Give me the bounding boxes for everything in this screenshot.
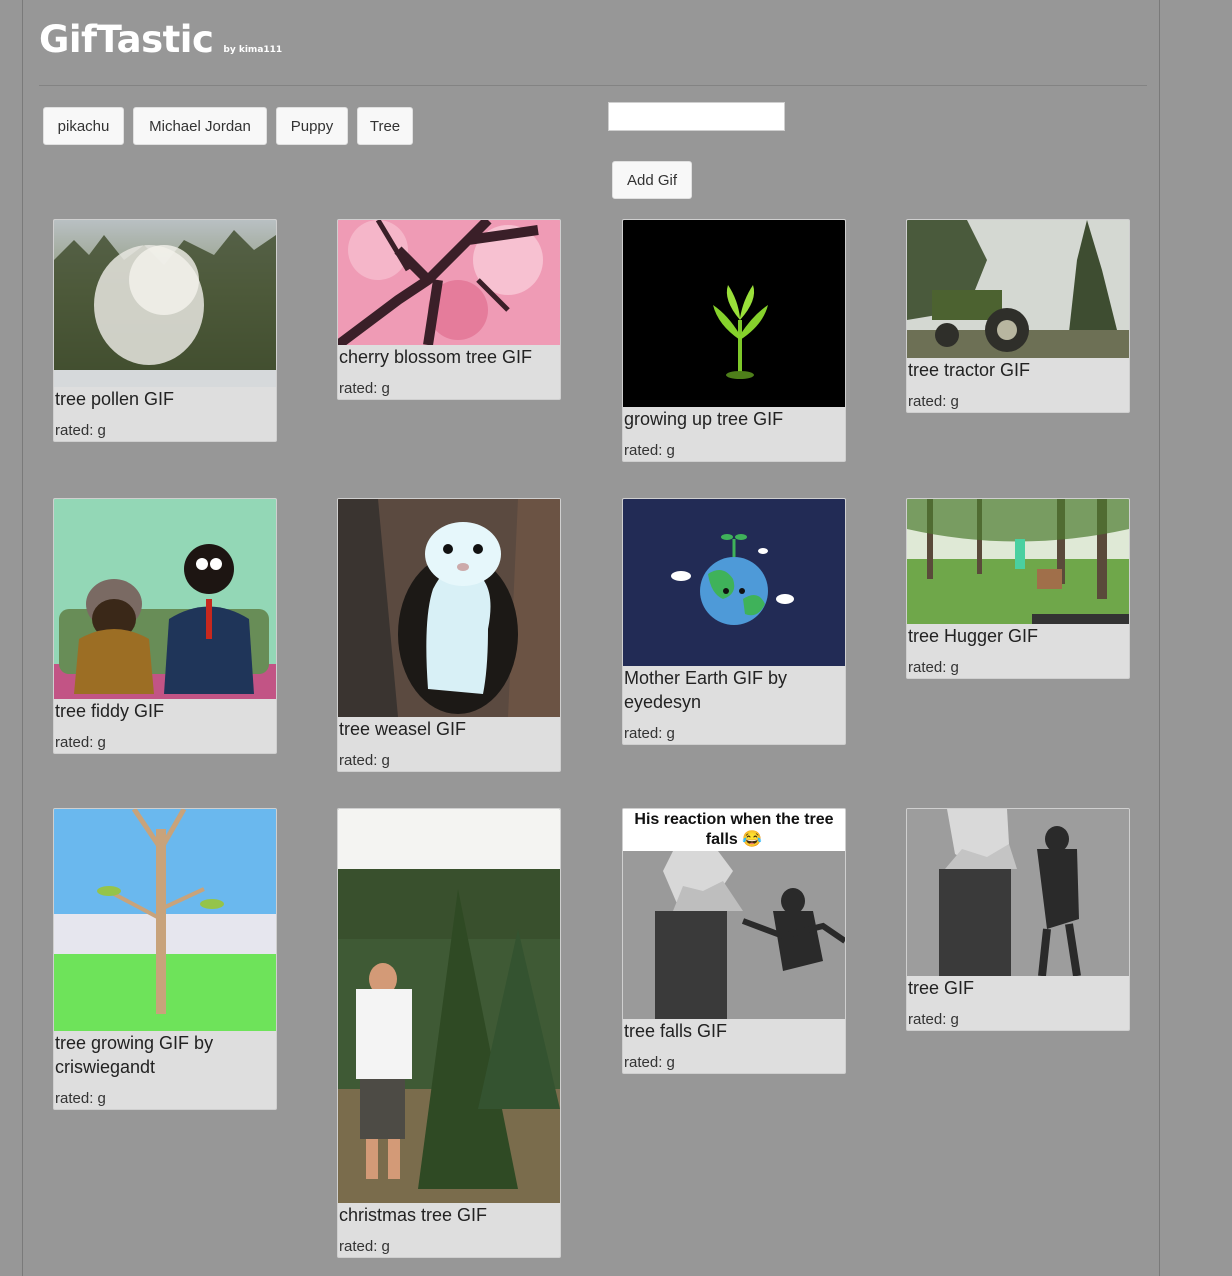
gif-card[interactable]: Mother Earth GIF by eyedesyn rated: g [622,498,846,745]
gif-rating: rated: g [339,752,390,769]
gif-image-text: His reaction when the tree falls 😂 [623,809,845,852]
topic-button-pikachu[interactable]: pikachu [43,107,124,145]
gif-rating: rated: g [624,1054,675,1071]
gif-image[interactable] [907,220,1129,358]
gif-caption: tree Hugger GIF [908,626,1039,646]
gif-rating: rated: g [908,393,959,410]
gif-rating: rated: g [908,1011,959,1028]
gif-card[interactable]: tree growing GIF by criswiegandt rated: … [53,808,277,1110]
gif-caption: tree weasel GIF [339,719,467,739]
gif-caption: tree pollen GIF [55,389,175,409]
gif-caption: growing up tree GIF [624,409,784,429]
gif-caption: tree growing GIF by criswiegandt [55,1033,214,1077]
gif-card[interactable]: cherry blossom tree GIF rated: g [337,219,561,400]
gif-card[interactable]: tree weasel GIF rated: g [337,498,561,772]
gif-rating: rated: g [624,442,675,459]
gif-image[interactable] [907,809,1129,976]
gif-card[interactable]: tree GIF rated: g [906,808,1130,1031]
gif-image[interactable] [907,499,1129,624]
gif-card[interactable]: tree Hugger GIF rated: g [906,498,1130,679]
gif-image[interactable] [338,499,560,717]
search-input[interactable] [608,102,785,131]
gif-rating: rated: g [339,380,390,397]
gif-rating: rated: g [55,734,106,751]
gif-rating: rated: g [55,1090,106,1107]
gif-image[interactable] [623,220,845,407]
gif-card[interactable]: growing up tree GIF rated: g [622,219,846,462]
topic-button-michael-jordan[interactable]: Michael Jordan [133,107,267,145]
gif-caption: tree fiddy GIF [55,701,165,721]
gif-image[interactable] [338,809,560,1203]
gif-rating: rated: g [624,725,675,742]
gif-caption: tree GIF [908,978,975,998]
gif-caption: Mother Earth GIF by eyedesyn [624,668,788,712]
gif-card[interactable]: tree pollen GIF rated: g [53,219,277,442]
gif-rating: rated: g [55,422,106,439]
gif-card[interactable]: tree tractor GIF rated: g [906,219,1130,413]
topic-button-puppy[interactable]: Puppy [276,107,348,145]
topic-button-tree[interactable]: Tree [357,107,413,145]
gif-image[interactable]: His reaction when the tree falls 😂 [623,809,845,1019]
app-title: GifTastic [39,18,214,61]
gif-rating: rated: g [339,1238,390,1255]
gif-image[interactable] [54,499,276,699]
gif-card[interactable]: christmas tree GIF rated: g [337,808,561,1258]
add-gif-button[interactable]: Add Gif [612,161,692,199]
gif-image[interactable] [338,220,560,345]
gif-card[interactable]: tree fiddy GIF rated: g [53,498,277,754]
gif-image[interactable] [623,499,845,666]
gif-image[interactable] [54,809,276,1031]
gif-caption: cherry blossom tree GIF [339,347,533,367]
byline: by kima111 [223,45,283,55]
header: GifTastic by kima111 [39,18,282,61]
gif-caption: tree falls GIF [624,1021,728,1041]
gif-card[interactable]: His reaction when the tree falls 😂 tree … [622,808,846,1074]
gif-caption: tree tractor GIF [908,360,1031,380]
main-container: GifTastic by kima111 pikachu Michael Jor… [22,0,1160,1276]
gif-caption: christmas tree GIF [339,1205,488,1225]
gif-rating: rated: g [908,659,959,676]
gif-image[interactable] [54,220,276,387]
divider [39,85,1147,86]
